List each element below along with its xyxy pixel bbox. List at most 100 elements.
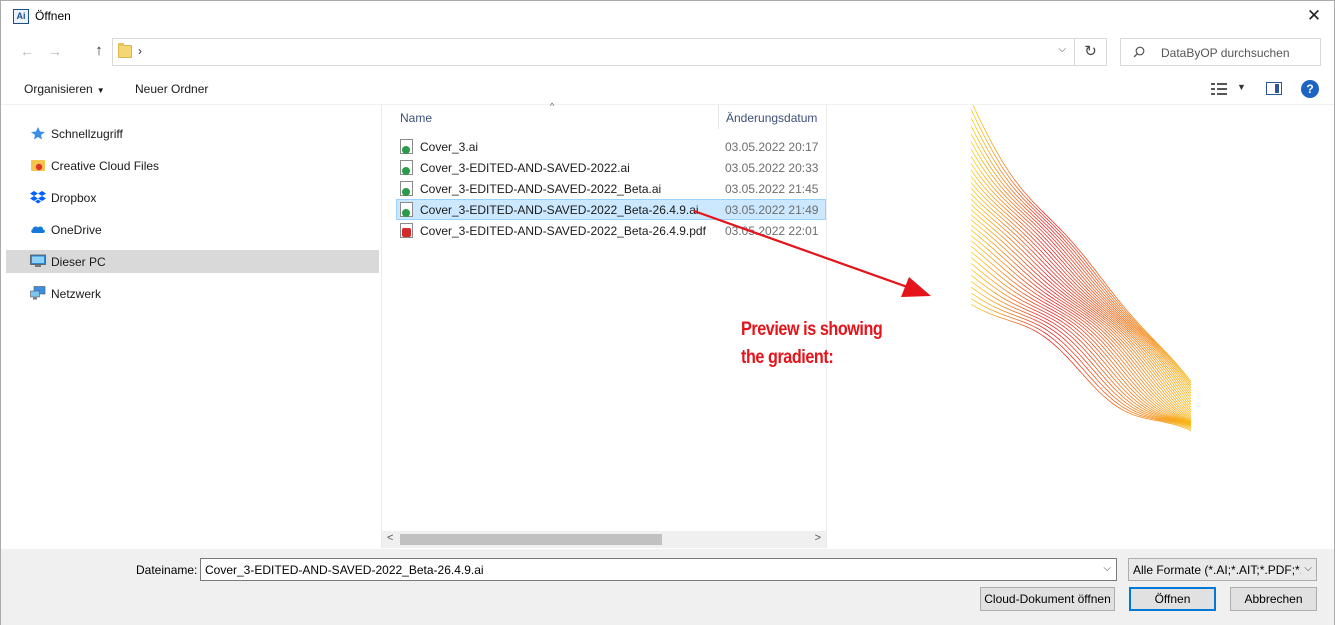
illustrator-app-icon: Ai <box>13 9 29 24</box>
sidebar-item-quick-access[interactable]: Schnellzugriff <box>6 122 379 145</box>
close-icon[interactable]: ✕ <box>1304 6 1324 26</box>
star-icon <box>31 127 45 140</box>
wave-line <box>970 156 1192 400</box>
preview-pane-icon[interactable] <box>1266 82 1282 95</box>
sidebar-item-label: OneDrive <box>51 223 102 237</box>
open-button[interactable]: Öffnen <box>1129 587 1216 611</box>
folder-icon <box>118 43 132 58</box>
creative-cloud-folder-icon <box>31 160 45 171</box>
sidebar-item-onedrive[interactable]: OneDrive <box>6 218 379 241</box>
ai-file-icon <box>400 202 413 217</box>
file-date: 03.05.2022 21:45 <box>725 182 819 196</box>
navigation-row: ← → ↑ › ⌵ ↻ DataByOP durchsuchen <box>1 36 1334 68</box>
column-separator[interactable] <box>718 105 719 129</box>
chevron-down-icon[interactable]: ⌵ <box>1103 563 1111 574</box>
help-icon[interactable]: ? <box>1301 80 1319 98</box>
sort-ascending-icon: ^ <box>550 101 555 111</box>
back-arrow-icon[interactable]: ← <box>18 42 36 60</box>
ai-file-icon <box>400 160 413 175</box>
annotation-line-1: Preview is showing <box>741 319 883 340</box>
caret-down-icon: ▼ <box>96 86 105 95</box>
ai-file-icon <box>400 181 413 196</box>
search-icon <box>1133 46 1145 58</box>
column-header-date[interactable]: Änderungsdatum <box>726 111 817 125</box>
dropbox-icon <box>30 191 46 204</box>
wave-line <box>970 169 1192 405</box>
view-caret-down-icon[interactable]: ▼ <box>1237 82 1246 92</box>
preview-pane <box>827 100 1331 549</box>
bottom-bar: Dateiname: Cover_3-EDITED-AND-SAVED-2022… <box>1 549 1334 625</box>
gradient-wave-preview-image <box>970 100 1192 431</box>
wave-line <box>970 219 1192 422</box>
sidebar-item-creative-cloud[interactable]: Creative Cloud Files <box>6 154 379 177</box>
new-folder-button[interactable]: Neuer Ordner <box>135 82 208 96</box>
wave-line <box>970 187 1192 413</box>
filename-input[interactable]: Cover_3-EDITED-AND-SAVED-2022_Beta-26.4.… <box>200 558 1117 581</box>
column-header-name[interactable]: Name <box>400 111 432 125</box>
sidebar-item-label: Dieser PC <box>51 255 106 269</box>
file-name: Cover_3-EDITED-AND-SAVED-2022_Beta.ai <box>420 182 662 196</box>
wave-line <box>970 182 1192 411</box>
address-bar[interactable]: › ⌵ <box>112 38 1075 66</box>
window-title: Öffnen <box>35 9 71 23</box>
file-date: 03.05.2022 20:17 <box>725 140 819 154</box>
filename-label: Dateiname: <box>136 563 198 577</box>
chevron-down-icon[interactable]: ⌵ <box>1304 563 1312 574</box>
network-icon <box>30 286 46 300</box>
ai-file-icon <box>400 139 413 154</box>
file-row[interactable]: Cover_3.ai 03.05.2022 20:17 <box>396 136 826 157</box>
cancel-button[interactable]: Abbrechen <box>1230 587 1317 611</box>
open-dialog: Ai Öffnen ✕ ← → ↑ › ⌵ ↻ DataByOP durchsu… <box>0 0 1335 625</box>
sidebar-item-label: Schnellzugriff <box>51 127 123 141</box>
sidebar-item-label: Dropbox <box>51 191 97 205</box>
scroll-left-icon[interactable]: < <box>387 532 393 544</box>
wave-line <box>970 125 1192 389</box>
wave-line <box>970 229 1192 423</box>
refresh-icon[interactable]: ↻ <box>1075 38 1107 66</box>
wave-line <box>970 245 1192 424</box>
file-type-value: Alle Formate (*.AI;*.AIT;*.PDF;*. <box>1133 563 1301 577</box>
sidebar-item-label: Netzwerk <box>51 287 102 301</box>
scrollbar-thumb[interactable] <box>400 534 662 545</box>
annotation-arrow <box>693 209 931 297</box>
up-arrow-icon[interactable]: ↑ <box>90 42 108 60</box>
horizontal-scrollbar[interactable]: < > <box>382 531 826 548</box>
wave-line <box>970 209 1192 420</box>
forward-arrow-icon[interactable]: → <box>46 42 64 60</box>
sidebar-item-network[interactable]: Netzwerk <box>6 282 379 305</box>
pdf-file-icon <box>400 223 413 238</box>
search-placeholder: DataByOP durchsuchen <box>1161 46 1290 60</box>
cloud-icon <box>31 226 45 233</box>
navigation-pane: Schnellzugriff Creative Cloud Files Drop… <box>6 105 381 549</box>
breadcrumb-chevron-icon[interactable]: › <box>138 44 142 58</box>
file-row[interactable]: Cover_3-EDITED-AND-SAVED-2022.ai 03.05.2… <box>396 157 826 178</box>
wave-line <box>970 198 1192 417</box>
sidebar-item-this-pc[interactable]: Dieser PC <box>6 250 379 273</box>
file-date: 03.05.2022 20:33 <box>725 161 819 175</box>
sidebar-item-dropbox[interactable]: Dropbox <box>6 186 379 209</box>
file-name: Cover_3-EDITED-AND-SAVED-2022_Beta-26.4.… <box>420 224 706 238</box>
annotation-text: Preview is showing the gradient: <box>741 316 883 372</box>
toolbar: Organisieren ▼ Neuer Ordner ▼ ? <box>1 73 1334 104</box>
annotation-line-2: the gradient: <box>741 347 834 368</box>
cloud-document-open-button[interactable]: Cloud-Dokument öffnen <box>980 587 1115 611</box>
wave-line <box>970 286 1192 427</box>
file-row[interactable]: Cover_3-EDITED-AND-SAVED-2022_Beta.ai 03… <box>396 178 826 199</box>
title-bar: Ai Öffnen ✕ <box>1 1 1334 32</box>
view-options-icon[interactable] <box>1211 83 1227 95</box>
wave-line <box>970 109 1192 384</box>
organize-label: Organisieren <box>24 82 93 96</box>
search-input[interactable]: DataByOP durchsuchen <box>1120 38 1321 66</box>
computer-icon <box>30 254 46 267</box>
file-name: Cover_3-EDITED-AND-SAVED-2022.ai <box>420 161 630 175</box>
chevron-down-icon[interactable]: ⌵ <box>1058 44 1066 55</box>
file-name: Cover_3-EDITED-AND-SAVED-2022_Beta-26.4.… <box>420 203 699 217</box>
sidebar-item-label: Creative Cloud Files <box>51 159 160 173</box>
scroll-right-icon[interactable]: > <box>815 532 821 544</box>
wave-line <box>970 214 1192 421</box>
file-name: Cover_3.ai <box>420 140 479 154</box>
organize-button[interactable]: Organisieren ▼ <box>24 82 105 96</box>
filename-value: Cover_3-EDITED-AND-SAVED-2022_Beta-26.4.… <box>205 563 484 577</box>
file-type-select[interactable]: Alle Formate (*.AI;*.AIT;*.PDF;*. ⌵ <box>1128 558 1317 581</box>
wave-line <box>970 251 1192 424</box>
